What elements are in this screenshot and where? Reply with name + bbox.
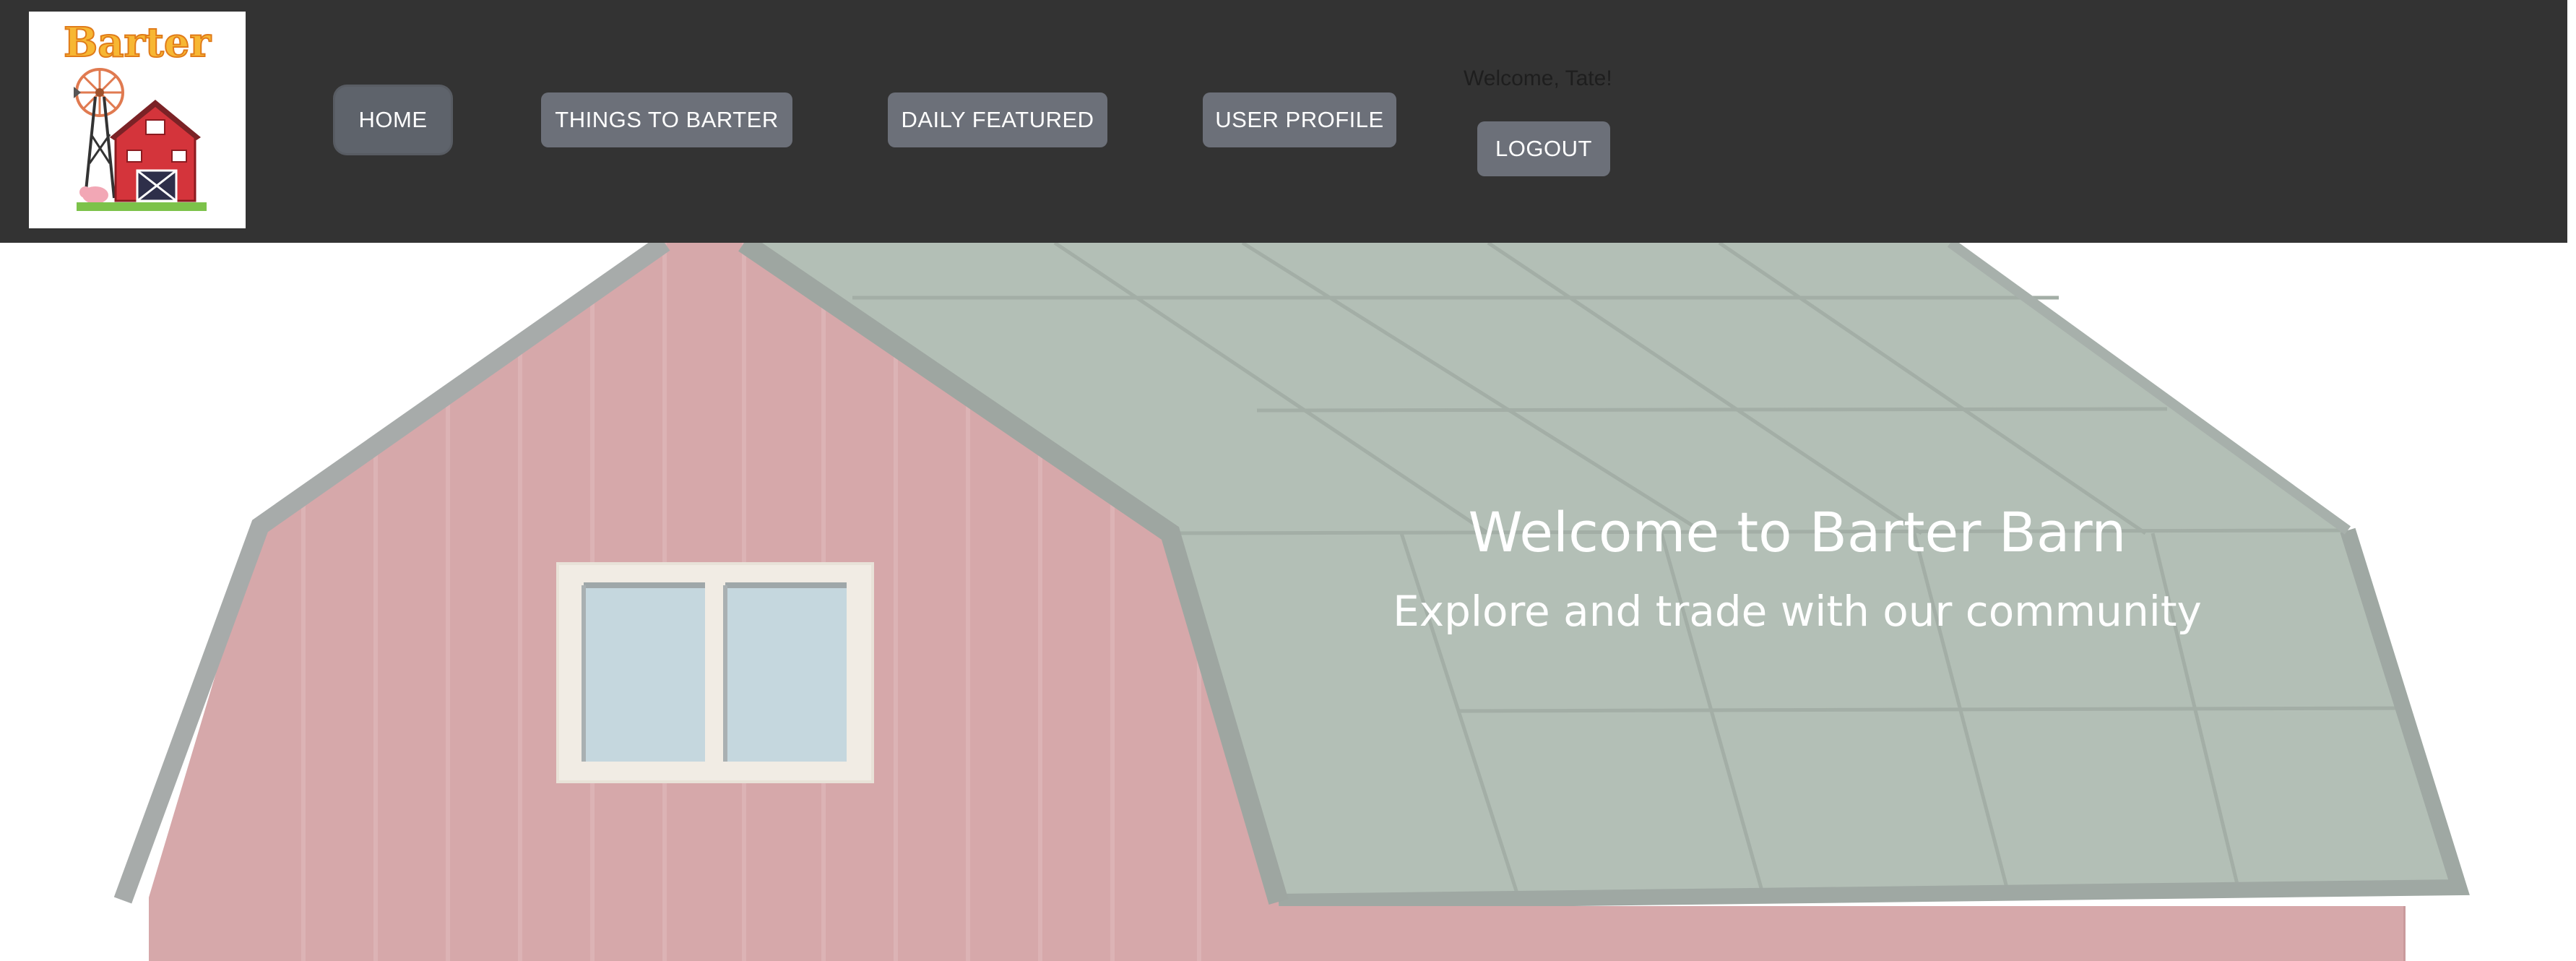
page: Barter HOME THINGS TO BARTER DAILY FEATU… [0,0,2576,961]
nav-home-button[interactable]: HOME [335,87,451,153]
logo-wordmark: Barter [64,19,212,66]
barter-logo[interactable]: Barter [29,12,246,228]
barter-logo-icon: Barter [63,18,213,211]
nav-things-to-barter-button[interactable]: THINGS TO BARTER [541,92,792,147]
hero-section: Welcome to Barter Barn Explore and trade… [0,243,2576,961]
logout-button[interactable]: LOGOUT [1477,121,1610,176]
welcome-user-text: Welcome, Tate! [1464,66,1612,90]
top-navbar: Barter HOME THINGS TO BARTER DAILY FEATU… [0,0,2567,243]
nav-user-profile-button[interactable]: USER PROFILE [1203,92,1396,147]
hero-subtitle: Explore and trade with our community [1393,587,2202,636]
hero-title: Welcome to Barter Barn [1468,500,2127,564]
nav-daily-featured-button[interactable]: DAILY FEATURED [888,92,1107,147]
